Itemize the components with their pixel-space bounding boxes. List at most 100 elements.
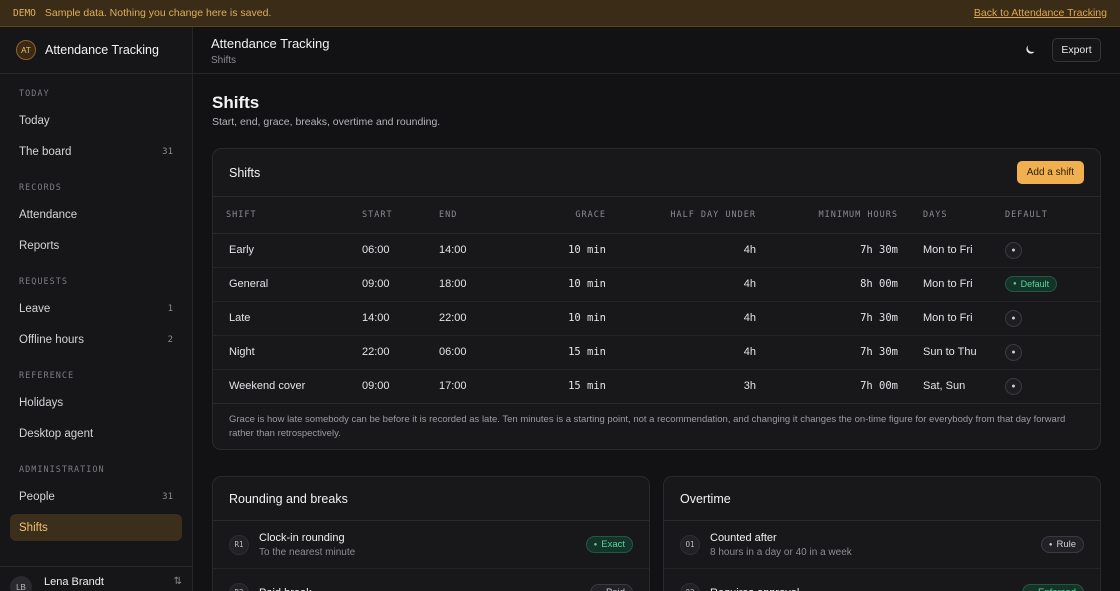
rounding-card: Rounding and breaks R1 Clock-in rounding T… bbox=[212, 476, 650, 591]
shift-end: 17:00 bbox=[439, 369, 516, 404]
setting-description: To the nearest minute bbox=[259, 546, 356, 558]
col-header[interactable]: HALF DAY UNDER bbox=[606, 197, 756, 234]
shift-half-day: 3h bbox=[606, 369, 756, 404]
overtime-card: Overtime O1 Counted after 8 hours in a day… bbox=[663, 476, 1101, 591]
status-badge: Paid bbox=[590, 584, 633, 591]
count-badge: 31 bbox=[162, 491, 173, 502]
shift-start: 14:00 bbox=[362, 301, 439, 336]
shift-days: Mon to Fri bbox=[898, 301, 1005, 336]
col-header[interactable]: DEFAULT bbox=[1005, 197, 1100, 234]
shift-grace: 15 min bbox=[516, 369, 606, 404]
card-title: Overtime bbox=[680, 491, 731, 506]
col-header[interactable]: DAYS bbox=[898, 197, 1005, 234]
shift-min-hours: 7h 30m bbox=[756, 335, 898, 370]
setting-row[interactable]: R1 Clock-in rounding To the nearest minute… bbox=[213, 521, 649, 569]
sidebar-item-desktop-agent[interactable]: Desktop agent bbox=[10, 420, 182, 447]
setting-row[interactable]: O2 Requires approval Enforced bbox=[664, 569, 1100, 591]
default-cell: ● bbox=[1005, 233, 1100, 268]
sidebar-item-label: Desktop agent bbox=[19, 427, 94, 440]
sidebar-item-label: Leave bbox=[19, 302, 51, 315]
shift-days: Mon to Fri bbox=[898, 233, 1005, 268]
sidebar-nav: TODAY Today The board 31 RECORDS Attendance Re… bbox=[0, 87, 192, 541]
shift-start: 22:00 bbox=[362, 335, 439, 370]
set-default-radio[interactable]: ● bbox=[1005, 241, 1022, 259]
sidebar-item-label: Holidays bbox=[19, 396, 64, 409]
shift-grace: 15 min bbox=[516, 335, 606, 370]
setting-text: Clock-in rounding To the nearest minute bbox=[259, 532, 355, 558]
shift-grace: 10 min bbox=[516, 233, 606, 268]
shifts-table: SHIFT START END GRACE HALF DAY UNDER MIN… bbox=[213, 197, 1100, 404]
sidebar-item-today[interactable]: Today bbox=[10, 107, 182, 134]
setting-code: R1 bbox=[229, 534, 249, 555]
brand-name: Attendance Tracking bbox=[45, 43, 159, 57]
back-link[interactable]: Back to Attendance Tracking bbox=[974, 7, 1107, 19]
col-header[interactable]: SHIFT bbox=[213, 197, 362, 234]
status-badge: Rule bbox=[1040, 536, 1084, 553]
shift-name: Weekend cover bbox=[213, 369, 362, 404]
shift-min-hours: 7h 30m bbox=[756, 301, 898, 336]
sidebar-item-label: Attendance bbox=[19, 208, 78, 221]
setting-text: Counted after 8 hours in a day or 40 in a… bbox=[710, 532, 852, 558]
col-header[interactable]: GRACE bbox=[516, 197, 606, 234]
sidebar-item-label: Offline hours bbox=[19, 333, 84, 346]
shift-name: General bbox=[213, 267, 362, 302]
shift-start: 06:00 bbox=[362, 233, 439, 268]
shift-grace: 10 min bbox=[516, 267, 606, 302]
shift-end: 14:00 bbox=[439, 233, 516, 268]
default-badge[interactable]: Default bbox=[1005, 276, 1058, 292]
setting-label: Counted after bbox=[710, 531, 777, 544]
demo-banner: DEMO Sample data. Nothing you change her… bbox=[0, 0, 1120, 27]
grace-note: Grace is how late somebody can be before… bbox=[229, 413, 1066, 439]
setting-label: Requires approval bbox=[710, 587, 799, 591]
shift-end: 18:00 bbox=[439, 267, 516, 302]
sidebar-item-the-board[interactable]: The board 31 bbox=[10, 138, 182, 165]
setting-description: 8 hours in a day or 40 in a week bbox=[710, 546, 852, 558]
table-row[interactable]: General 09:00 18:00 10 min 4h 8h 00m Mon to Fr… bbox=[213, 267, 1100, 302]
table-row[interactable]: Late 14:00 22:00 10 min 4h 7h 30m Mon to Fri ● bbox=[213, 301, 1100, 336]
setting-code: R2 bbox=[229, 582, 249, 591]
user-menu[interactable]: LB Lena Brandt ⇅ bbox=[0, 566, 192, 591]
chevron-updown-icon: ⇅ bbox=[173, 576, 182, 587]
set-default-radio[interactable]: ● bbox=[1005, 343, 1022, 361]
sidebar-item-shifts[interactable]: Shifts bbox=[10, 514, 182, 541]
shift-name: Night bbox=[213, 335, 362, 370]
topbar: Attendance Tracking Shifts Export bbox=[193, 27, 1120, 74]
shift-days: Mon to Fri bbox=[898, 267, 1005, 302]
setting-text: Requires approval bbox=[710, 587, 799, 591]
sidebar-item-reports[interactable]: Reports bbox=[10, 232, 182, 259]
col-header[interactable]: END bbox=[439, 197, 516, 234]
card-title: Rounding and breaks bbox=[229, 491, 348, 506]
sidebar-item-attendance[interactable]: Attendance bbox=[10, 201, 182, 228]
avatar: LB bbox=[10, 576, 32, 591]
shift-name: Early bbox=[213, 233, 362, 268]
shift-start: 09:00 bbox=[362, 369, 439, 404]
table-row[interactable]: Weekend cover 09:00 17:00 15 min 3h 7h 00m Sat… bbox=[213, 369, 1100, 404]
setting-row[interactable]: O1 Counted after 8 hours in a day or 40 in… bbox=[664, 521, 1100, 569]
sidebar-item-offline-hours[interactable]: Offline hours 2 bbox=[10, 326, 182, 353]
sidebar-item-leave[interactable]: Leave 1 bbox=[10, 295, 182, 322]
table-row[interactable]: Night 22:00 06:00 15 min 4h 7h 30m Sun to Thu ● bbox=[213, 335, 1100, 370]
export-button[interactable]: Export bbox=[1052, 38, 1101, 62]
default-cell: ● bbox=[1005, 335, 1100, 370]
shift-half-day: 4h bbox=[606, 233, 756, 268]
setting-row[interactable]: R2 Paid break Paid bbox=[213, 569, 649, 591]
shift-start: 09:00 bbox=[362, 267, 439, 302]
sidebar-item-holidays[interactable]: Holidays bbox=[10, 389, 182, 416]
card-title: Shifts bbox=[229, 165, 261, 180]
moon-icon[interactable] bbox=[1024, 44, 1036, 56]
set-default-radio[interactable]: ● bbox=[1005, 309, 1022, 327]
col-header[interactable]: MINIMUM HOURS bbox=[756, 197, 898, 234]
demo-tag: DEMO bbox=[13, 7, 36, 19]
table-row[interactable]: Early 06:00 14:00 10 min 4h 7h 30m Mon to Fri ● bbox=[213, 233, 1100, 268]
set-default-radio[interactable]: ● bbox=[1005, 377, 1022, 395]
shift-min-hours: 7h 00m bbox=[756, 369, 898, 404]
nav-section-label: RECORDS bbox=[19, 183, 62, 193]
add-shift-button[interactable]: Add a shift bbox=[1016, 161, 1084, 184]
count-badge: 2 bbox=[167, 334, 173, 345]
brand[interactable]: AT Attendance Tracking bbox=[0, 27, 192, 74]
breadcrumb: Shifts bbox=[211, 55, 237, 66]
col-header[interactable]: START bbox=[362, 197, 439, 234]
shift-min-hours: 8h 00m bbox=[756, 267, 898, 302]
setting-label: Clock-in rounding bbox=[259, 531, 345, 544]
sidebar-item-people[interactable]: People 31 bbox=[10, 483, 182, 510]
